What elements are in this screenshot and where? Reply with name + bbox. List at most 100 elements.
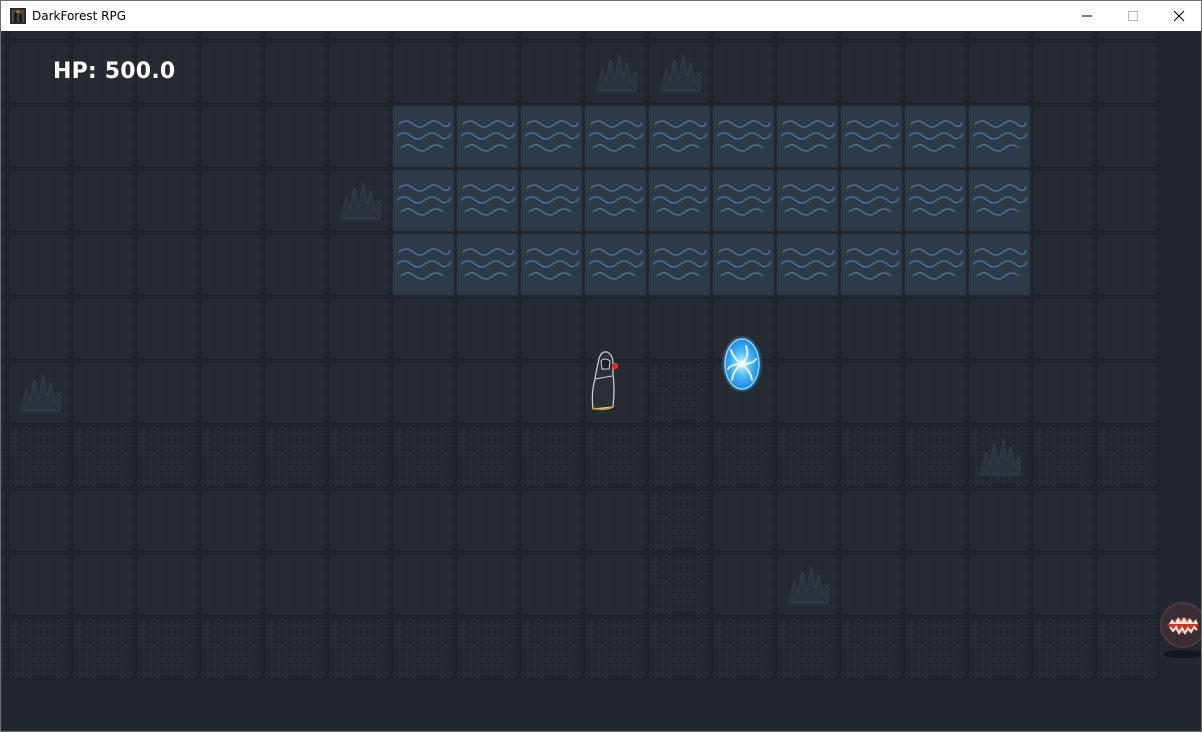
- water-tile: [392, 105, 455, 168]
- water-tile: [968, 169, 1031, 232]
- grass-tile: [264, 31, 327, 40]
- water-tile: [776, 105, 839, 168]
- grass-tile: [264, 169, 327, 232]
- water-tile: [648, 233, 711, 296]
- wave-icon: [524, 184, 580, 216]
- grass-tile: [712, 41, 775, 104]
- grass-tile: [840, 41, 903, 104]
- wave-icon: [524, 120, 580, 152]
- water-tile: [456, 233, 519, 296]
- blue-portal[interactable]: [719, 333, 765, 395]
- grass-tile: [136, 553, 199, 616]
- game-window: DarkForest RPG HP: 500.0: [0, 0, 1202, 732]
- grass-tile: [712, 31, 775, 40]
- grass-tile: [328, 105, 391, 168]
- grass-tile: [200, 41, 263, 104]
- wave-icon: [908, 120, 964, 152]
- dirt-tile: [1032, 617, 1095, 680]
- title-bar[interactable]: DarkForest RPG: [1, 1, 1201, 31]
- wave-icon: [844, 120, 900, 152]
- grass-tile: [72, 105, 135, 168]
- wave-icon: [588, 248, 644, 280]
- dirt-tile: [648, 425, 711, 488]
- water-tile: [776, 233, 839, 296]
- bush-icon: [979, 438, 1021, 476]
- grass-tile: [72, 169, 135, 232]
- wave-icon: [716, 120, 772, 152]
- water-tile: [968, 233, 1031, 296]
- wave-icon: [780, 120, 836, 152]
- grass-tile: [584, 489, 647, 552]
- water-tile: [776, 169, 839, 232]
- wave-icon: [396, 248, 452, 280]
- grass-tile: [840, 489, 903, 552]
- maximize-button[interactable]: [1110, 1, 1156, 31]
- dirt-tile: [584, 617, 647, 680]
- wave-icon: [780, 248, 836, 280]
- grass-tile: [392, 41, 455, 104]
- grass-tile: [8, 553, 71, 616]
- grass-tile: [392, 297, 455, 360]
- dirt-tile: [8, 617, 71, 680]
- grass-tile: [840, 553, 903, 616]
- minimize-icon: [1082, 15, 1092, 17]
- grass-tile: [968, 31, 1031, 40]
- bush-icon: [19, 374, 61, 412]
- grass-tile: [1096, 41, 1159, 104]
- red-chomper-enemy[interactable]: [1157, 597, 1201, 659]
- grass-tile: [1096, 169, 1159, 232]
- minimize-button[interactable]: [1064, 1, 1110, 31]
- maximize-icon: [1128, 11, 1138, 21]
- wave-icon: [524, 248, 580, 280]
- dirt-tile: [136, 425, 199, 488]
- dirt-tile: [840, 425, 903, 488]
- dirt-tile: [904, 617, 967, 680]
- water-tile: [648, 169, 711, 232]
- grass-tile: [520, 31, 583, 40]
- grass-tile: [1096, 105, 1159, 168]
- water-tile: [968, 105, 1031, 168]
- grass-tile: [968, 553, 1031, 616]
- grass-tile: [1096, 361, 1159, 424]
- dirt-tile: [264, 617, 327, 680]
- dirt-tile: [1, 425, 7, 488]
- grass-tile: [520, 361, 583, 424]
- grass-tile: [8, 297, 71, 360]
- grass-tile: [776, 41, 839, 104]
- grass-tile: [776, 489, 839, 552]
- dirt-tile: [520, 425, 583, 488]
- grass-tile: [968, 489, 1031, 552]
- water-tile: [904, 169, 967, 232]
- grass-tile: [1032, 489, 1095, 552]
- grass-tile: [328, 31, 391, 40]
- dirt-tile: [1, 617, 7, 680]
- grass-tile: [1, 31, 7, 40]
- grass-tile: [1, 105, 7, 168]
- grass-tile: [200, 553, 263, 616]
- hp-display: HP: 500.0: [53, 59, 176, 84]
- dirt-tile: [72, 617, 135, 680]
- grass-tile: [72, 233, 135, 296]
- bush-icon: [339, 182, 381, 220]
- grass-tile: [392, 361, 455, 424]
- grass-tile: [456, 41, 519, 104]
- wave-icon: [396, 120, 452, 152]
- dirt-tile: [968, 617, 1031, 680]
- game-canvas[interactable]: HP: 500.0: [1, 31, 1201, 731]
- grass-tile: [904, 31, 967, 40]
- grass-tile: [264, 553, 327, 616]
- grass-tile: [136, 297, 199, 360]
- grass-tile: [648, 297, 711, 360]
- close-button[interactable]: [1156, 1, 1201, 31]
- grass-tile: [1, 489, 7, 552]
- grass-tile: [200, 361, 263, 424]
- bush-icon: [787, 566, 829, 604]
- grass-tile: [904, 297, 967, 360]
- dirt-tile: [1096, 617, 1159, 680]
- water-tile: [712, 169, 775, 232]
- grass-tile: [264, 233, 327, 296]
- grass-tile: [968, 41, 1031, 104]
- grass-tile: [520, 553, 583, 616]
- dirt-tile: [584, 425, 647, 488]
- grass-tile: [1032, 297, 1095, 360]
